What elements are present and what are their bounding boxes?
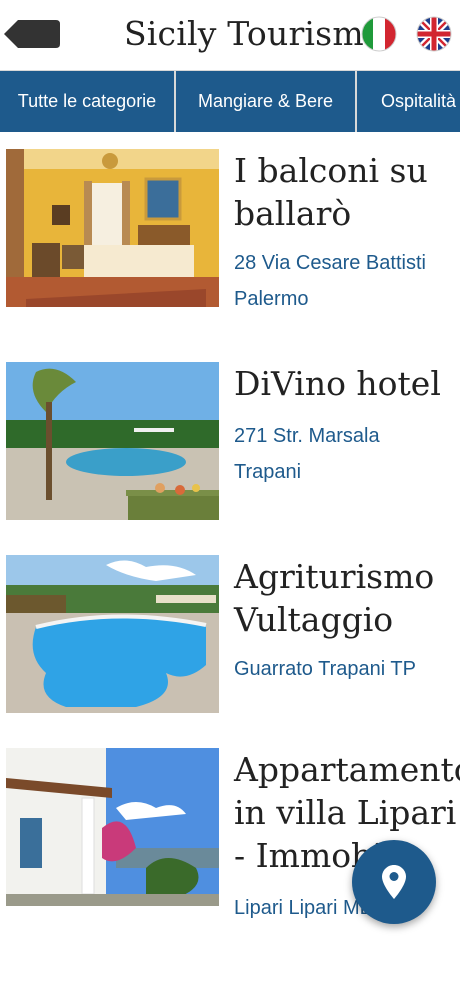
map-fab-button[interactable] (352, 840, 436, 924)
place-street: 271 Str. Marsala (234, 425, 380, 447)
place-photo[interactable] (6, 149, 219, 307)
place-photo[interactable] (6, 555, 219, 713)
place-street: 28 Via Cesare Battisti (234, 252, 426, 274)
place-street: Guarrato Trapani TP (234, 658, 416, 680)
place-city: Trapani (234, 461, 302, 483)
tab-mangiare-bere[interactable]: Mangiare & Bere (176, 71, 357, 132)
map-pin-icon (382, 865, 406, 899)
place-city: Palermo (234, 288, 309, 310)
category-tabs: Tutte le categorie Mangiare & Bere Ospit… (0, 70, 460, 132)
place-name[interactable]: Agriturismo Vultaggio (234, 555, 458, 641)
italy-flag-icon[interactable] (361, 16, 397, 52)
place-photo[interactable] (6, 748, 219, 906)
tab-ospitalita[interactable]: Ospitalità (357, 71, 460, 132)
place-name[interactable]: DiVino hotel (234, 362, 458, 405)
tab-tutte-le-categorie[interactable]: Tutte le categorie (0, 71, 176, 132)
uk-flag-icon[interactable] (416, 16, 452, 52)
place-photo[interactable] (6, 362, 219, 520)
app-title: Sicily Tourism (124, 14, 364, 53)
back-arrow-icon[interactable] (4, 20, 60, 48)
place-name[interactable]: I balconi su ballarò (234, 149, 458, 235)
app-header: Sicily Tourism (0, 0, 460, 70)
